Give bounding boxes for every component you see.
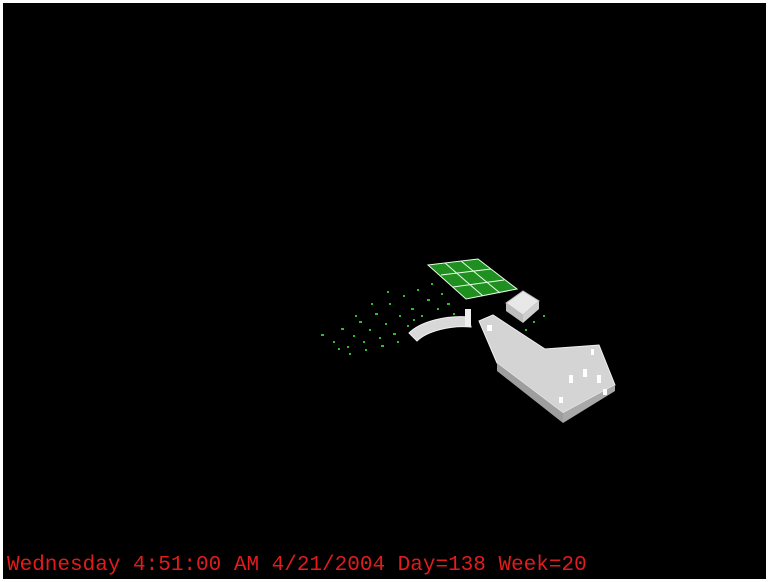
main-building-slab	[478, 314, 616, 423]
curved-walkway	[408, 309, 472, 342]
small-box-structure	[505, 290, 540, 323]
scene-render	[321, 258, 616, 423]
simulation-status-text: Wednesday 4:51:00 AM 4/21/2004 Day=138 W…	[7, 554, 587, 577]
simulation-viewport[interactable]: Wednesday 4:51:00 AM 4/21/2004 Day=138 W…	[3, 3, 766, 579]
